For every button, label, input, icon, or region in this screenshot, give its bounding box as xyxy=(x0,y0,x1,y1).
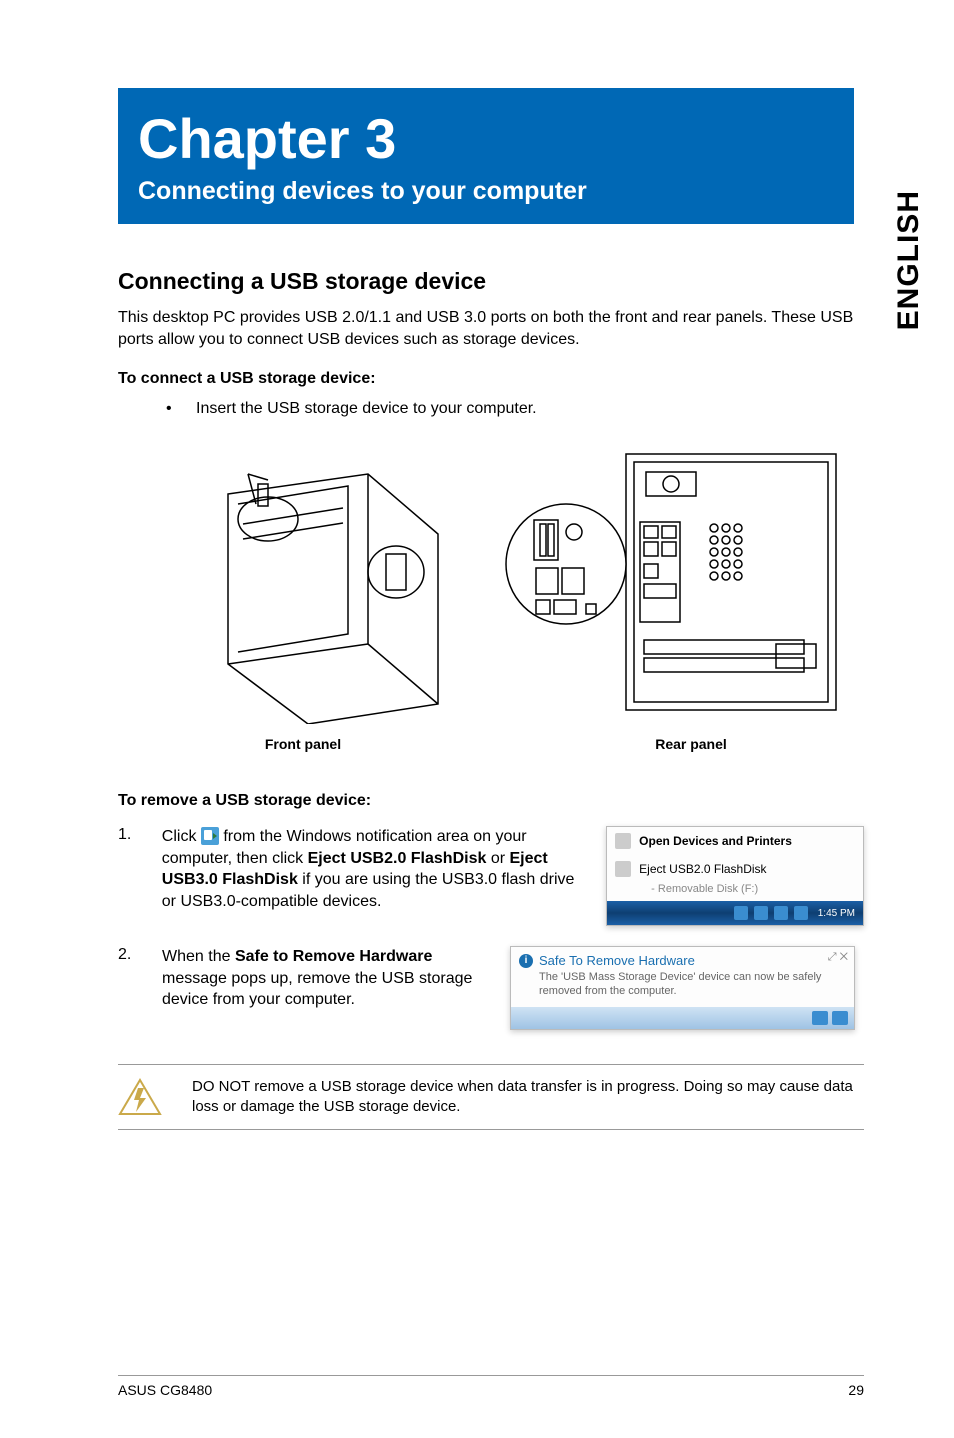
info-icon: i xyxy=(519,954,533,968)
step-2-num: 2. xyxy=(118,946,144,964)
remove-heading: To remove a USB storage device: xyxy=(118,792,864,810)
popup-open-devices[interactable]: Open Devices and Printers xyxy=(607,827,863,855)
warning-block: DO NOT remove a USB storage device when … xyxy=(118,1064,864,1131)
step-2-b1: Safe to Remove Hardware xyxy=(235,948,432,965)
balloon-tb-icon xyxy=(832,1011,848,1025)
step-1-b1: Eject USB2.0 FlashDisk xyxy=(308,850,487,867)
page-footer: ASUS CG8480 29 xyxy=(118,1375,864,1398)
step-1-num: 1. xyxy=(118,826,144,844)
rear-panel-diagram xyxy=(496,444,846,724)
taskbar: 1:45 PM xyxy=(607,901,863,925)
taskbar-icon xyxy=(774,906,788,920)
safe-remove-balloon: ⤢ ✕ i Safe To Remove Hardware The 'USB M… xyxy=(510,946,855,1030)
step-1-pre: Click xyxy=(162,828,201,845)
step-1-mid2: or xyxy=(486,850,509,867)
front-panel-diagram xyxy=(118,444,468,724)
drive-icon xyxy=(615,861,631,877)
step-1-text: Click from the Windows notification area… xyxy=(162,826,588,912)
step-2-text: When the Safe to Remove Hardware message… xyxy=(162,946,492,1011)
balloon-taskbar xyxy=(511,1007,854,1029)
balloon-body: The 'USB Mass Storage Device' device can… xyxy=(519,970,846,999)
connect-bullet-row: • Insert the USB storage device to your … xyxy=(118,400,864,418)
footer-page-number: 29 xyxy=(848,1382,864,1398)
balloon-title: i Safe To Remove Hardware xyxy=(519,953,846,968)
taskbar-icon xyxy=(754,906,768,920)
balloon-close-icon[interactable]: ⤢ ✕ xyxy=(828,951,848,964)
chapter-header: Chapter 3 Connecting devices to your com… xyxy=(118,88,854,224)
connect-heading: To connect a USB storage device: xyxy=(118,370,864,388)
popup-eject-item[interactable]: Eject USB2.0 FlashDisk xyxy=(607,855,863,883)
balloon-title-text: Safe To Remove Hardware xyxy=(539,953,695,968)
step-2-post: message pops up, remove the USB storage … xyxy=(162,970,472,1009)
connect-bullet-text: Insert the USB storage device to your co… xyxy=(196,400,537,418)
taskbar-icon xyxy=(734,906,748,920)
balloon-tb-icon xyxy=(812,1011,828,1025)
popup-eject-label: Eject USB2.0 FlashDisk xyxy=(639,862,766,876)
eject-popup: Open Devices and Printers Eject USB2.0 F… xyxy=(606,826,864,926)
warning-text: DO NOT remove a USB storage device when … xyxy=(192,1077,864,1118)
chapter-title: Chapter 3 xyxy=(138,106,834,171)
caption-front: Front panel xyxy=(118,736,488,752)
chapter-subtitle: Connecting devices to your computer xyxy=(138,177,834,206)
bullet-dot: • xyxy=(166,400,196,418)
section-heading: Connecting a USB storage device xyxy=(118,268,864,295)
caption-rear: Rear panel xyxy=(488,736,864,752)
devices-icon xyxy=(615,833,631,849)
tray-eject-icon xyxy=(201,827,219,845)
diagram-captions: Front panel Rear panel xyxy=(118,736,864,752)
popup-open-devices-label: Open Devices and Printers xyxy=(639,834,792,848)
section-intro: This desktop PC provides USB 2.0/1.1 and… xyxy=(118,307,864,350)
taskbar-icon xyxy=(794,906,808,920)
step-1: 1. Click from the Windows notification a… xyxy=(118,826,864,926)
language-side-label: ENGLISH xyxy=(892,190,926,330)
step-2: 2. When the Safe to Remove Hardware mess… xyxy=(118,946,864,1030)
lightning-warning-icon xyxy=(118,1078,162,1116)
diagrams-row xyxy=(118,444,864,724)
footer-model: ASUS CG8480 xyxy=(118,1382,212,1398)
step-2-pre: When the xyxy=(162,948,235,965)
taskbar-time: 1:45 PM xyxy=(818,908,855,919)
popup-drive-sub: - Removable Disk (F:) xyxy=(607,883,863,901)
